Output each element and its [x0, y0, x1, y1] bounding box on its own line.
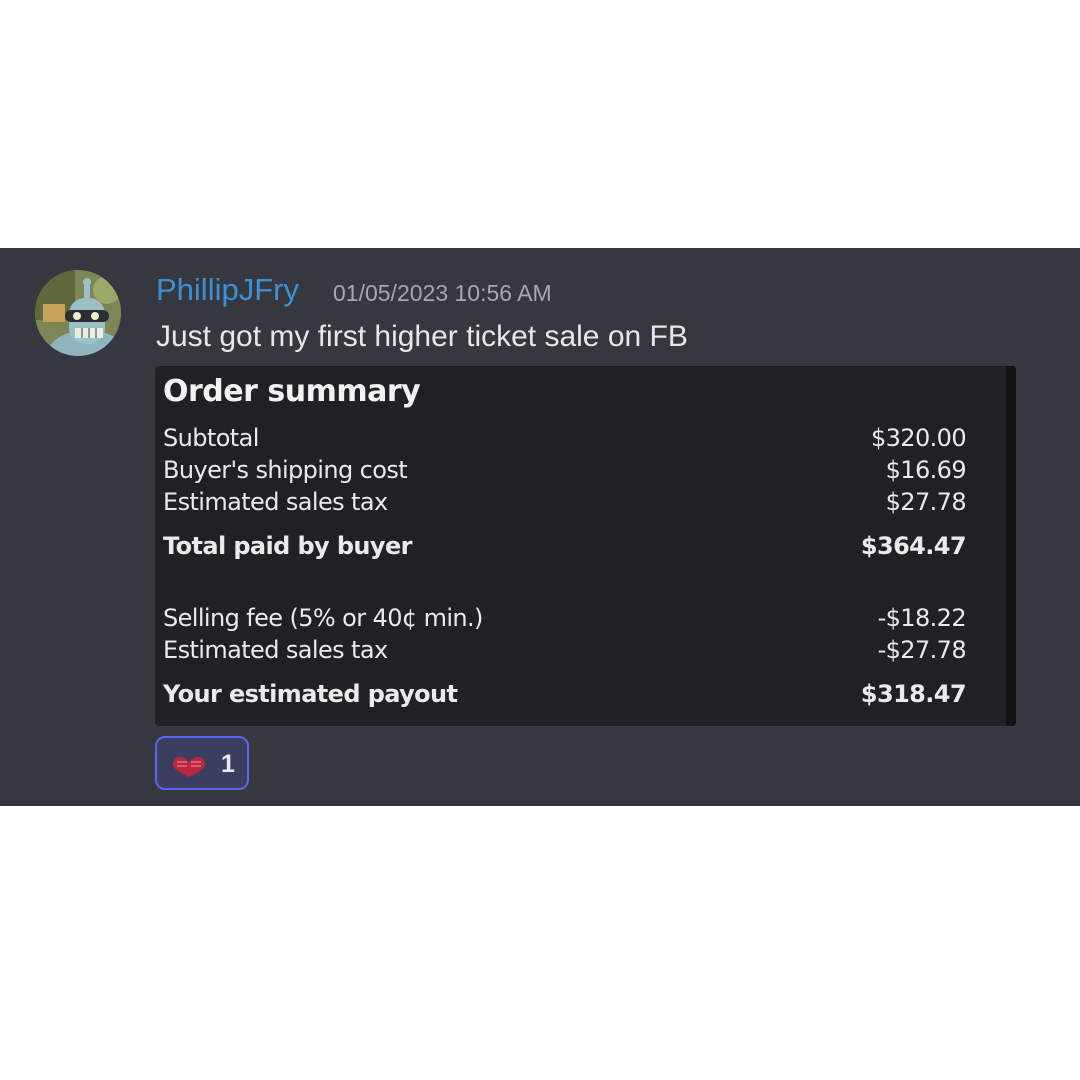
- row-label: Buyer's shipping cost: [163, 456, 408, 484]
- summary-row-payout: Your estimated payout $318.47: [163, 680, 967, 712]
- row-label: Your estimated payout: [163, 680, 458, 708]
- reaction-button[interactable]: 1: [155, 736, 249, 790]
- heart-hands-icon: [169, 750, 209, 783]
- row-value: $364.47: [860, 532, 967, 560]
- row-value: $318.47: [860, 680, 967, 708]
- row-label: Estimated sales tax: [163, 636, 388, 664]
- summary-row-selling-fee: Selling fee (5% or 40¢ min.) -$18.22: [163, 604, 967, 636]
- order-summary-image[interactable]: Order summary Subtotal $320.00 Buyer's s…: [155, 366, 1016, 726]
- username[interactable]: PhillipJFry: [156, 272, 299, 308]
- message-timestamp: 01/05/2023 10:56 AM: [333, 280, 552, 306]
- row-value: $16.69: [885, 456, 967, 484]
- message-text: Just got my first higher ticket sale on …: [156, 320, 688, 353]
- order-summary-title: Order summary: [163, 374, 421, 409]
- summary-row-total-paid: Total paid by buyer $364.47: [163, 532, 967, 564]
- row-value: $320.00: [870, 424, 967, 452]
- row-value: $27.78: [885, 488, 967, 516]
- avatar[interactable]: [35, 270, 121, 356]
- row-label: Selling fee (5% or 40¢ min.): [163, 604, 483, 632]
- summary-row-shipping: Buyer's shipping cost $16.69: [163, 456, 967, 488]
- row-value: -$18.22: [877, 604, 967, 632]
- summary-row-subtotal: Subtotal $320.00: [163, 424, 967, 456]
- reaction-count: 1: [221, 750, 235, 778]
- card-edge: [1006, 366, 1016, 726]
- row-label: Total paid by buyer: [163, 532, 412, 560]
- row-value: -$27.78: [877, 636, 967, 664]
- row-label: Estimated sales tax: [163, 488, 388, 516]
- row-label: Subtotal: [163, 424, 259, 452]
- summary-row-sales-tax: Estimated sales tax $27.78: [163, 488, 967, 520]
- robot-avatar-icon: [35, 270, 121, 356]
- summary-row-tax-deduction: Estimated sales tax -$27.78: [163, 636, 967, 668]
